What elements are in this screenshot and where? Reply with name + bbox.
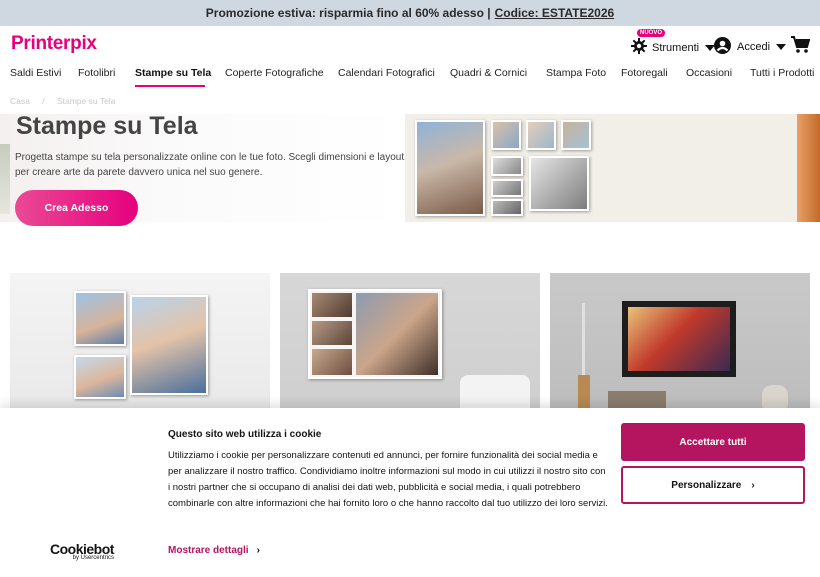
tools-label: Strumenti <box>652 41 700 54</box>
product-image <box>74 355 126 399</box>
nav-item-stampa-foto[interactable]: Stampa Foto <box>546 67 606 79</box>
user-icon <box>714 37 731 57</box>
caret-down-icon <box>776 44 787 50</box>
product-image <box>130 295 208 395</box>
canvas-print-bw <box>491 199 523 216</box>
promo-bar[interactable]: Promozione estiva: risparmia fino al 60%… <box>0 0 820 26</box>
cookie-banner: Cookiebot by Usercentrics Questo sito we… <box>0 408 820 577</box>
cart-icon[interactable] <box>791 36 811 59</box>
nav-item-saldi-estivi[interactable]: Saldi Estivi <box>10 67 61 79</box>
promo-code-link[interactable]: Codice: ESTATE2026 <box>495 6 615 20</box>
plant-decoration <box>0 144 10 214</box>
canvas-print-bw <box>491 156 523 176</box>
nav-item-tutti-i-prodotti[interactable]: Tutti i Prodotti <box>750 67 814 79</box>
collage-photo <box>312 321 352 345</box>
nav-item-occasioni[interactable]: Occasioni <box>686 67 732 79</box>
gear-icon <box>631 38 647 57</box>
collage-photo <box>312 293 352 317</box>
breadcrumb-home[interactable]: Casa <box>10 96 30 106</box>
breadcrumb-current: Stampe su Tela <box>56 96 116 106</box>
tools-menu[interactable]: Strumenti <box>631 38 716 57</box>
canvas-print-small <box>561 120 591 150</box>
customize-label: Personalizzare <box>671 479 742 491</box>
accept-all-button[interactable]: Accettare tutti <box>621 423 805 461</box>
nav-item-fotolibri[interactable]: Fotolibri <box>78 67 115 79</box>
candle-holder <box>578 375 590 409</box>
cookie-text: Utilizziamo i cookie per personalizzare … <box>168 450 608 509</box>
books <box>608 391 666 409</box>
nav-item-stampe-su-tela[interactable]: Stampe su Tela <box>135 67 211 79</box>
breadcrumb-separator: / <box>42 96 45 106</box>
canvas-print-small <box>491 120 521 150</box>
product-image <box>74 291 126 346</box>
main-nav: Saldi Estivi Fotolibri Stampe su Tela Co… <box>0 62 820 88</box>
show-details-link[interactable]: Mostrare dettagli › <box>168 545 260 556</box>
collage-photo <box>312 349 352 375</box>
canvas-print-large <box>415 120 485 216</box>
canvas-print-bw <box>491 179 523 197</box>
candle <box>582 303 585 383</box>
canvas-print-small <box>526 120 556 150</box>
site-header: Printerpix NUOVO Strumenti Accedi <box>0 26 820 62</box>
cookiebot-logo: Cookiebot by Usercentrics <box>50 541 114 561</box>
show-details-label: Mostrare dettagli <box>168 545 249 556</box>
nav-item-quadri-cornici[interactable]: Quadri & Cornici <box>450 67 527 79</box>
promo-text: Promozione estiva: risparmia fino al 60%… <box>205 6 491 20</box>
product-image <box>628 307 730 371</box>
chevron-right-icon: › <box>256 545 260 556</box>
product-card[interactable] <box>280 273 540 409</box>
canvas-print-bw-large <box>529 156 589 211</box>
login-label: Accedi <box>737 41 771 53</box>
chevron-right-icon: › <box>751 479 755 491</box>
cookie-title: Questo sito web utilizza i cookie <box>168 429 322 440</box>
product-card[interactable] <box>550 273 810 409</box>
nav-active-indicator <box>135 85 205 87</box>
new-badge: NUOVO <box>637 29 666 37</box>
hero-image <box>405 114 820 222</box>
door-frame <box>797 114 820 222</box>
sofa-pillow <box>460 375 530 409</box>
product-card[interactable] <box>10 273 270 409</box>
collage-photo <box>356 293 438 375</box>
nav-item-fotoregali[interactable]: Fotoregali <box>621 67 668 79</box>
create-now-button[interactable]: Crea Adesso <box>15 190 138 226</box>
hero-description: Progetta stampe su tela personalizzate o… <box>15 152 405 178</box>
nav-item-coperte-fotografiche[interactable]: Coperte Fotografiche <box>225 67 324 79</box>
logo[interactable]: Printerpix <box>11 33 97 55</box>
vase <box>762 385 788 409</box>
page-title: Stampe su Tela <box>16 112 198 140</box>
breadcrumb: Casa / Stampe su Tela <box>10 96 125 106</box>
nav-item-calendari-fotografici[interactable]: Calendari Fotografici <box>338 67 435 79</box>
login-menu[interactable]: Accedi <box>714 37 787 57</box>
customize-button[interactable]: Personalizzare › <box>621 466 805 504</box>
